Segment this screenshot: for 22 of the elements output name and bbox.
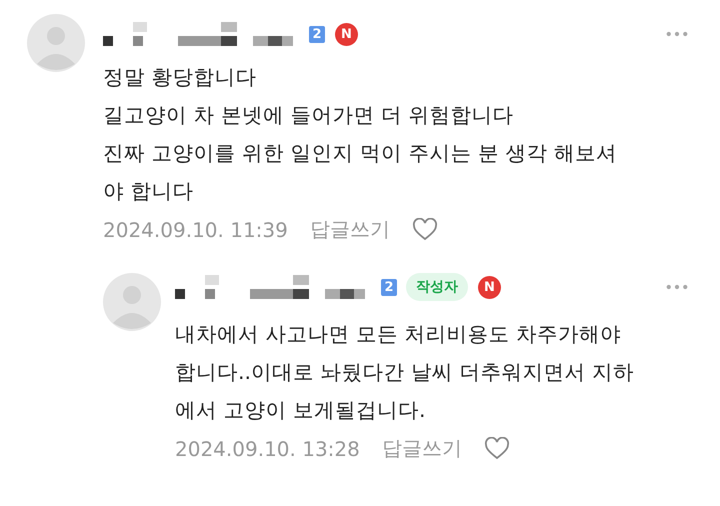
- comment-text: 길고양이 차 본넷에 들어가면 더 위험합니다: [103, 102, 515, 129]
- more-icon[interactable]: [666, 284, 688, 290]
- comment-text: 야 합니다: [103, 178, 195, 205]
- reply-link[interactable]: 답글쓰기: [382, 435, 462, 462]
- comment-text: 합니다..이대로 놔뒀다간 날씨 더추워지면서 지하: [175, 359, 636, 386]
- comment-text: 내차에서 사고나면 모든 처리비용도 차주가해야: [175, 321, 622, 348]
- author-tag: 작성자: [406, 273, 468, 301]
- heart-icon[interactable]: [412, 218, 438, 242]
- reply-link[interactable]: 답글쓰기: [310, 216, 390, 243]
- comment-text: 진짜 고양이를 위한 일인지 먹이 주시는 분 생각 해보셔: [103, 140, 618, 167]
- comment-date: 2024.09.10. 13:28: [175, 436, 360, 460]
- level-badge: 2: [381, 278, 397, 296]
- comment-text: 정말 황당합니다: [103, 64, 258, 91]
- level-badge: 2: [309, 26, 325, 42]
- avatar-icon[interactable]: [103, 273, 161, 331]
- new-badge: N: [478, 276, 501, 298]
- new-badge: N: [335, 22, 358, 46]
- comment-date: 2024.09.10. 11:39: [103, 218, 288, 242]
- comment-text: 에서 고양이 보게될겁니다.: [175, 397, 427, 424]
- heart-icon[interactable]: [484, 436, 510, 460]
- more-icon[interactable]: [666, 31, 688, 37]
- avatar-icon[interactable]: [27, 14, 85, 72]
